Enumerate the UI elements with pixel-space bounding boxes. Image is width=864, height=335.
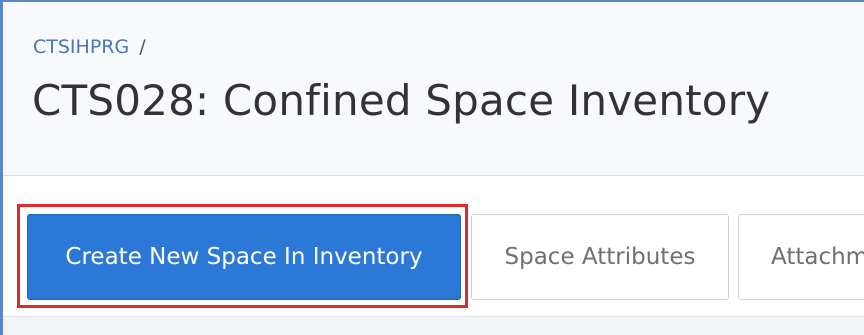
breadcrumb-link-parent[interactable]: CTSIHPRG — [33, 36, 129, 58]
page-title: CTS028: Confined Space Inventory — [32, 76, 771, 125]
page-frame: CTSIHPRG / CTS028: Confined Space Invento… — [0, 0, 864, 335]
breadcrumb: CTSIHPRG / — [33, 36, 146, 58]
toolbar-bottom-strip — [3, 316, 864, 335]
create-new-space-button[interactable]: Create New Space In Inventory — [27, 214, 461, 300]
page-header: CTSIHPRG / CTS028: Confined Space Invento… — [3, 2, 864, 175]
breadcrumb-separator: / — [139, 36, 146, 58]
attachments-button[interactable]: Attachm — [738, 214, 864, 300]
space-attributes-button[interactable]: Space Attributes — [471, 214, 729, 300]
